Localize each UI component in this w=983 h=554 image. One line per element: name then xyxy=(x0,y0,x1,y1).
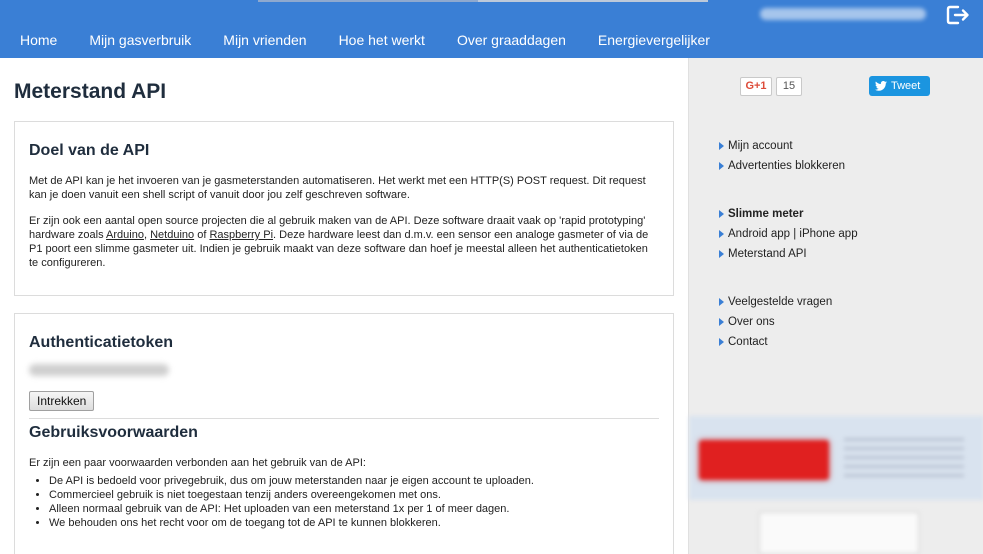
list-item: We behouden ons het recht voor om de toe… xyxy=(49,516,659,530)
revoke-token-button[interactable]: Intrekken xyxy=(29,391,95,411)
nav-hoe-het-werkt[interactable]: Hoe het werkt xyxy=(323,22,441,58)
nav-mijn-vrienden[interactable]: Mijn vrienden xyxy=(207,22,322,58)
google-plus-widget: G+1 15 xyxy=(740,77,802,96)
advertisement-redacted[interactable] xyxy=(689,416,983,554)
auth-token-value-redacted xyxy=(29,364,169,376)
ad-banner-image xyxy=(699,440,829,480)
nav-mijn-gasverbruik[interactable]: Mijn gasverbruik xyxy=(73,22,207,58)
sidebar: G+1 15 Tweet Mijn account Advertenties b… xyxy=(688,58,983,554)
top-navigation-bar: Home Mijn gasverbruik Mijn vrienden Hoe … xyxy=(0,0,983,58)
sidebar-account-links: Mijn account Advertenties blokkeren xyxy=(719,136,845,176)
main-content: Meterstand API Doel van de API Met de AP… xyxy=(0,58,688,554)
sidebar-item-advertenties-blokkeren[interactable]: Advertenties blokkeren xyxy=(719,156,845,176)
api-purpose-panel: Doel van de API Met de API kan je het in… xyxy=(14,121,674,296)
sidebar-info-links: Veelgestelde vragen Over ons Contact xyxy=(719,292,832,352)
nav-home[interactable]: Home xyxy=(0,22,73,58)
sidebar-item-meterstand-api[interactable]: Meterstand API xyxy=(719,244,858,264)
purpose-heading: Doel van de API xyxy=(29,142,150,159)
section-divider xyxy=(29,418,659,419)
list-item: De API is bedoeld voor privegebruik, dus… xyxy=(49,474,659,488)
logout-icon[interactable] xyxy=(945,4,971,26)
tweet-label: Tweet xyxy=(891,80,921,92)
list-item: Alleen normaal gebruik van de API: Het u… xyxy=(49,502,659,516)
top-strip-secondary xyxy=(478,0,708,2)
purpose-paragraph-1: Met de API kan je het invoeren van je ga… xyxy=(29,175,646,201)
sidebar-item-slimme-meter[interactable]: Slimme meter xyxy=(719,204,858,224)
purpose-paragraph-2: Er zijn ook een aantal open source proje… xyxy=(29,214,659,270)
arduino-link[interactable]: Arduino xyxy=(106,229,144,241)
nav-over-graaddagen[interactable]: Over graaddagen xyxy=(441,22,582,58)
terms-intro: Er zijn een paar voorwaarden verbonden a… xyxy=(29,457,366,469)
raspberry-pi-link[interactable]: Raspberry Pi xyxy=(209,229,273,241)
sidebar-smart-meter-links: Slimme meter Android app | iPhone app Me… xyxy=(719,204,858,264)
user-email-redacted xyxy=(760,8,926,20)
main-nav: Home Mijn gasverbruik Mijn vrienden Hoe … xyxy=(0,22,726,58)
api-token-panel: Authenticatietoken Intrekken Gebruiksvoo… xyxy=(14,313,674,554)
sidebar-item-mijn-account[interactable]: Mijn account xyxy=(719,136,845,156)
tweet-button[interactable]: Tweet xyxy=(869,76,930,96)
list-item: Commercieel gebruik is niet toegestaan t… xyxy=(49,488,659,502)
terms-list: De API is bedoeld voor privegebruik, dus… xyxy=(49,474,659,530)
ad-card xyxy=(759,512,919,554)
terms-heading: Gebruiksvoorwaarden xyxy=(29,424,198,441)
google-plus-button[interactable]: G+1 xyxy=(740,77,772,96)
nav-energievergelijker[interactable]: Energievergelijker xyxy=(582,22,726,58)
purpose-sep-2: of xyxy=(194,229,210,241)
sidebar-item-veelgestelde-vragen[interactable]: Veelgestelde vragen xyxy=(719,292,832,312)
twitter-bird-icon xyxy=(875,81,887,91)
sidebar-item-apps[interactable]: Android app | iPhone app xyxy=(719,224,858,244)
netduino-link[interactable]: Netduino xyxy=(150,229,194,241)
sidebar-item-contact[interactable]: Contact xyxy=(719,332,832,352)
ad-text-lines xyxy=(844,438,964,478)
google-plus-count: 15 xyxy=(776,77,802,96)
sidebar-item-over-ons[interactable]: Over ons xyxy=(719,312,832,332)
page-title: Meterstand API xyxy=(14,80,167,103)
auth-token-heading: Authenticatietoken xyxy=(29,334,174,351)
